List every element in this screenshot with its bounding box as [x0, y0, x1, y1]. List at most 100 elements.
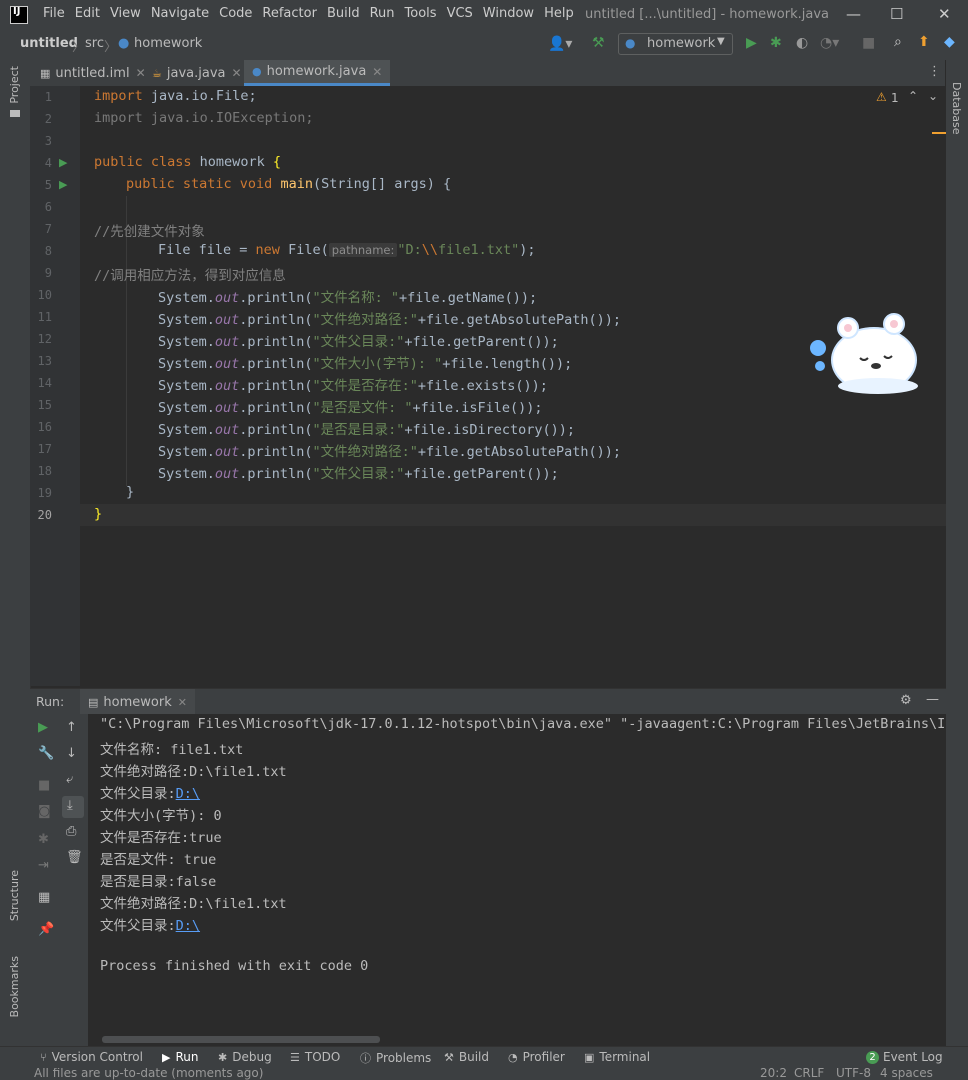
tab-todo[interactable]: ☰ TODO	[290, 1050, 340, 1064]
line-separator[interactable]: CRLF	[794, 1068, 824, 1080]
settings-gear-icon[interactable]: ⚙	[900, 693, 912, 708]
code-line-12: System.out.println("文件父目录:"+file.getPare…	[158, 330, 559, 350]
close-tab-icon[interactable]: ✕	[136, 66, 146, 80]
tab-label: Build	[458, 1050, 489, 1064]
tab-java-java[interactable]: ☕ java.java ✕	[152, 60, 242, 86]
tab-label: Debug	[232, 1050, 272, 1064]
code-token: +file.getParent());	[404, 466, 559, 482]
tab-homework-java[interactable]: ● homework.java ✕	[244, 60, 391, 86]
run-gutter-icon[interactable]: ▶	[59, 156, 67, 169]
line-number: 2	[44, 112, 52, 126]
build-hammer-icon[interactable]: ⚒	[592, 35, 605, 51]
exit-icon[interactable]: ⇥	[38, 858, 49, 873]
run-tab-homework[interactable]: ▤ homework ✕	[80, 689, 195, 715]
tab-label: Problems	[376, 1051, 432, 1065]
string-token: "是否是目录:"	[312, 422, 405, 438]
code-editor[interactable]: import java.io.File; import java.io.IOEx…	[80, 86, 946, 686]
console-text: 文件父目录:	[100, 918, 176, 934]
code-token: System.	[158, 334, 215, 350]
close-window-icon[interactable]: ✕	[938, 5, 951, 23]
camera-icon[interactable]: ◙	[38, 804, 51, 819]
console-output[interactable]: "C:\Program Files\Microsoft\jdk-17.0.1.1…	[88, 714, 946, 1046]
console-line: 是否是文件: true	[100, 852, 217, 868]
debug-bug-icon[interactable]: ✱	[38, 832, 49, 847]
warning-icon[interactable]: ⚠	[876, 90, 887, 104]
tab-profiler[interactable]: ◔ Profiler	[508, 1050, 565, 1064]
code-line-1: import java.io.File;	[94, 88, 257, 104]
breadcrumb-project[interactable]: untitled	[20, 36, 78, 51]
project-tool-button[interactable]: Project	[8, 66, 21, 104]
stop-icon[interactable]: ■	[862, 35, 875, 51]
jetbrains-toolbox-icon[interactable]: ◆	[944, 34, 955, 50]
update-icon[interactable]: ⬆	[918, 34, 930, 50]
event-log-button[interactable]: 2 Event Log	[866, 1050, 943, 1064]
menu-build[interactable]: Build	[327, 6, 360, 21]
tab-problems[interactable]: ⓘ Problems	[360, 1050, 431, 1066]
debug-bug-icon[interactable]: ✱	[770, 35, 782, 51]
tab-version-control[interactable]: ⑂ Version Control	[40, 1050, 143, 1064]
close-tab-icon[interactable]: ✕	[231, 66, 241, 80]
menu-help[interactable]: Help	[544, 6, 574, 21]
path-link[interactable]: D:\	[176, 786, 200, 802]
tab-debug[interactable]: ✱ Debug	[218, 1050, 272, 1064]
tab-build[interactable]: ⚒ Build	[444, 1050, 489, 1064]
database-tool-button[interactable]: Database	[950, 82, 963, 135]
tab-run[interactable]: ▶ Run	[162, 1050, 198, 1064]
menu-tools[interactable]: Tools	[405, 6, 437, 21]
profile-icon[interactable]: ◔▾	[820, 35, 839, 51]
menu-code[interactable]: Code	[219, 6, 252, 21]
coverage-icon[interactable]: ◐	[796, 35, 808, 51]
search-icon[interactable]: ⌕	[894, 34, 902, 50]
event-log-label: Event Log	[883, 1050, 943, 1064]
hide-panel-icon[interactable]: —	[926, 692, 939, 707]
caret-position[interactable]: 20:2	[760, 1068, 787, 1080]
scroll-to-end-toggle[interactable]: ⤓	[62, 796, 84, 818]
tab-label: homework.java	[266, 64, 367, 79]
code-token: +file.getParent());	[404, 334, 559, 350]
menu-edit[interactable]: Edit	[75, 6, 100, 21]
menu-view[interactable]: View	[110, 6, 141, 21]
close-tab-icon[interactable]: ✕	[372, 65, 382, 79]
maximize-icon[interactable]: ☐	[890, 5, 903, 23]
menu-refactor[interactable]: Refactor	[262, 6, 317, 21]
breadcrumb-file[interactable]: homework	[134, 36, 202, 51]
menu-navigate[interactable]: Navigate	[151, 6, 209, 21]
pin-icon[interactable]: 📌	[38, 922, 54, 937]
prev-highlight-icon[interactable]: ⌃	[908, 89, 918, 103]
more-tabs-icon[interactable]: ⋮	[928, 64, 941, 79]
run-icon[interactable]: ▶	[746, 35, 757, 51]
layout-icon[interactable]: ▦	[38, 890, 50, 905]
trash-icon[interactable]: 🗑	[66, 850, 83, 865]
scroll-down-icon[interactable]: ↓	[66, 746, 77, 761]
next-highlight-icon[interactable]: ⌄	[928, 89, 938, 103]
run-gutter-icon[interactable]: ▶	[59, 178, 67, 191]
path-link[interactable]: D:\	[176, 918, 200, 934]
tab-untitled-iml[interactable]: ▦ untitled.iml ✕	[40, 60, 146, 86]
rerun-icon[interactable]: ▶	[38, 720, 48, 735]
print-icon[interactable]: ⎙	[66, 824, 76, 839]
line-number: 8	[44, 244, 52, 258]
bookmarks-tool-button[interactable]: Bookmarks	[8, 956, 21, 1017]
tab-label: Terminal	[599, 1050, 651, 1064]
horizontal-scrollbar[interactable]	[102, 1036, 380, 1043]
menu-file[interactable]: File	[43, 6, 65, 21]
breadcrumb-folder[interactable]: src	[85, 36, 104, 51]
soft-wrap-icon[interactable]: ⤶	[66, 772, 73, 787]
user-icon[interactable]: 👤▾	[548, 36, 572, 52]
warning-stripe[interactable]	[932, 132, 946, 134]
menu-window[interactable]: Window	[483, 6, 534, 21]
indent-setting[interactable]: 4 spaces	[880, 1068, 933, 1080]
code-line-13: System.out.println("文件大小(字节): "+file.len…	[158, 352, 572, 372]
stop-icon[interactable]: ■	[38, 778, 50, 793]
wrench-icon[interactable]: 🔧	[38, 746, 54, 761]
field-token: out	[214, 312, 240, 328]
structure-tool-button[interactable]: Structure	[8, 870, 21, 921]
run-config-select[interactable]: ● homework ▼	[618, 33, 733, 55]
menu-vcs[interactable]: VCS	[447, 6, 473, 21]
file-encoding[interactable]: UTF-8	[836, 1068, 871, 1080]
tab-terminal[interactable]: ▣ Terminal	[584, 1050, 650, 1064]
close-tab-icon[interactable]: ✕	[178, 696, 187, 709]
menu-run[interactable]: Run	[370, 6, 395, 21]
minimize-icon[interactable]: —	[846, 5, 861, 23]
scroll-up-icon[interactable]: ↑	[66, 720, 77, 735]
